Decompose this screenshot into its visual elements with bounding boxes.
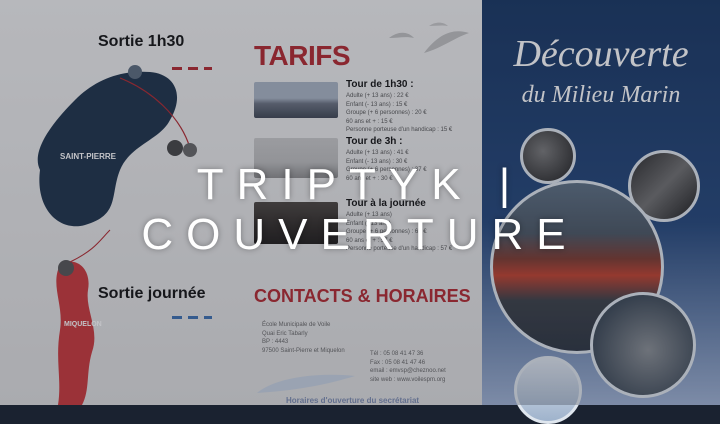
tour-1h30: Tour de 1h30 : Adulte (+ 13 ans) : 22 € … (346, 79, 476, 135)
miquelon-label: MIQUELON (64, 321, 102, 328)
address-line: Quai Eric Tabarly (262, 330, 308, 337)
islet-marker (128, 65, 142, 79)
fax-text: Fax : 05 08 41 47 46 (370, 359, 426, 366)
sortie-journee-label: Sortie journée (98, 285, 206, 302)
cover-photo-seal (590, 292, 696, 398)
address-line: École Municipale de Voile (262, 322, 331, 328)
sortie-journee-dash (172, 316, 212, 319)
birds-illustration (389, 22, 469, 53)
tour-line: Personne porteuse d'un handicap : 15 € (346, 127, 453, 133)
tour-title: Tour de 1h30 : (346, 79, 414, 90)
address-line: 97500 Saint-Pierre et Miquelon (262, 347, 345, 354)
tour-title: Tour de 3h : (346, 136, 403, 147)
contacts-footer: Horaires d'ouverture du secrétariat (286, 396, 420, 405)
cover-photo-whale (514, 356, 582, 424)
tour-1h30-photo (254, 82, 338, 118)
tour-line: Adulte (+ 13 ans) : 22 € (346, 93, 409, 99)
map-photo-3 (58, 260, 74, 276)
cover-title-line1: Découverte (513, 33, 689, 75)
contacts-title: CONTACTS & HORAIRES (254, 286, 471, 306)
tour-line: 60 ans et + : 15 € (346, 118, 393, 125)
map-photo-1 (167, 140, 183, 156)
contact-address: École Municipale de Voile Quai Eric Taba… (262, 321, 345, 355)
sortie-1h30-dash (172, 67, 212, 70)
map-photo-2 (183, 143, 197, 157)
whale-illustration (257, 374, 355, 393)
email-text: email : emvsp@cheznoo.net (370, 368, 446, 374)
tarifs-title: TARIFS (254, 40, 351, 71)
contact-details: Tél : 05 08 41 47 36 Fax : 05 08 41 47 4… (370, 350, 446, 384)
tour-line: Adulte (+ 13 ans) : 41 € (346, 150, 409, 156)
address-line: BP : 4443 (262, 339, 289, 345)
web-text: site web : www.voilespm.org (370, 376, 446, 383)
tour-line: Enfant (- 13 ans) : 15 € (346, 101, 408, 108)
miquelon-island (56, 261, 95, 405)
cover-title-line2: du Milieu Marin (521, 82, 681, 108)
tour-line: Groupe (+ 6 personnes) : 20 € (346, 110, 427, 116)
sortie-1h30-label: Sortie 1h30 (98, 33, 185, 50)
cover-banner-title: TRIPTYK | COUVERTURE (141, 160, 579, 259)
phone-text: Tél : 05 08 41 47 36 (370, 351, 424, 357)
